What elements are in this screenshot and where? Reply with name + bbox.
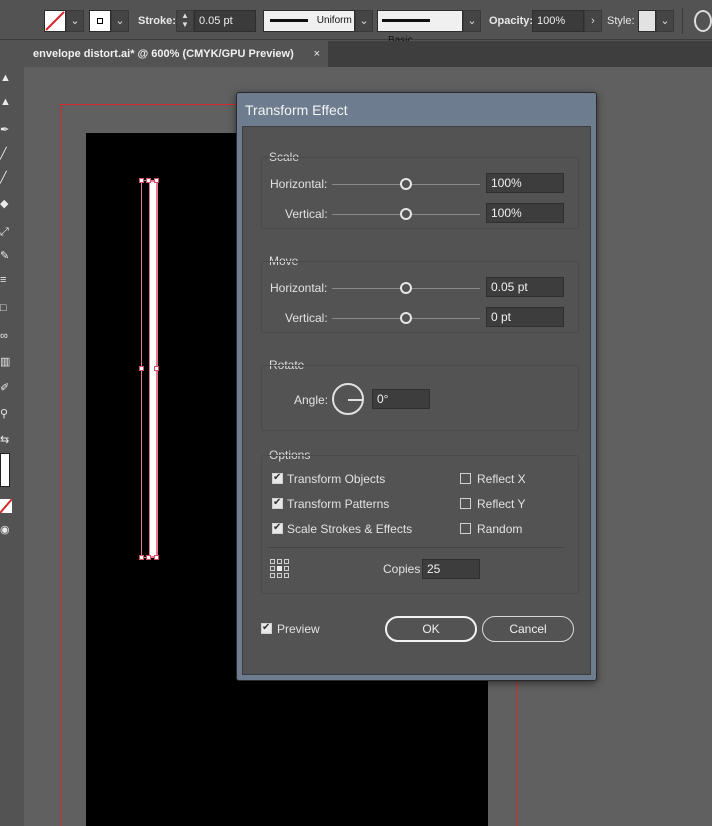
cancel-button[interactable]: Cancel bbox=[482, 616, 574, 642]
opacity-arrow-button[interactable]: › bbox=[584, 10, 602, 32]
profile-uniform-label: Uniform bbox=[316, 15, 352, 26]
opacity-label: Opacity: bbox=[489, 15, 534, 27]
selection-handle[interactable] bbox=[139, 555, 144, 560]
selection-handle[interactable] bbox=[146, 178, 151, 183]
fill-swatch[interactable] bbox=[44, 10, 66, 32]
selection-handle[interactable] bbox=[154, 178, 159, 183]
scale-horizontal-slider-knob[interactable] bbox=[400, 178, 412, 190]
stroke-dropdown-button[interactable]: ⌄ bbox=[111, 10, 129, 32]
variable-width-profile[interactable]: Uniform bbox=[263, 10, 355, 32]
angle-dial-icon[interactable] bbox=[332, 383, 364, 415]
preview-label: Preview bbox=[277, 622, 320, 636]
selection-handle[interactable] bbox=[146, 555, 151, 560]
dialog-title: Transform Effect bbox=[245, 102, 348, 118]
zoom-tool-icon[interactable]: ⚲ bbox=[0, 408, 12, 420]
transform-objects-label: Transform Objects bbox=[287, 472, 386, 486]
selection-handle[interactable] bbox=[154, 555, 159, 560]
reflect-y-label: Reflect Y bbox=[477, 497, 526, 511]
opacity-input[interactable]: 100% bbox=[532, 10, 584, 32]
scale-vertical-input[interactable]: 100% bbox=[486, 203, 564, 223]
brush-line-icon bbox=[382, 18, 430, 22]
move-horizontal-input[interactable]: 0.05 pt bbox=[486, 277, 564, 297]
move-horizontal-label: Horizontal: bbox=[270, 281, 328, 295]
reflect-x-label: Reflect X bbox=[477, 472, 526, 486]
tools-panel: ▲ ▲ ✒ ╱ ╱ ◆ ⤢ ✎ ≡ □ ∞ ▥ ✐ ⚲ ⇆ ◉ bbox=[0, 60, 14, 826]
width-tool-icon[interactable]: ≡ bbox=[0, 274, 12, 286]
shape-builder-tool-icon[interactable]: □ bbox=[0, 302, 12, 314]
line-tool-icon[interactable]: ╱ bbox=[0, 148, 12, 160]
stroke-swatch[interactable] bbox=[89, 10, 111, 32]
random-label: Random bbox=[477, 522, 523, 536]
move-vertical-input[interactable]: 0 pt bbox=[486, 307, 564, 327]
profile-dropdown-button[interactable]: ⌄ bbox=[355, 10, 373, 32]
copies-input[interactable]: 25 bbox=[422, 559, 480, 579]
document-tab-bar: envelope distort.ai* @ 600% (CMYK/GPU Pr… bbox=[24, 41, 712, 67]
scale-vertical-label: Vertical: bbox=[285, 207, 328, 221]
brush-definition[interactable]: Basic bbox=[377, 10, 463, 46]
scale-strokes-checkbox[interactable] bbox=[272, 522, 283, 534]
document-tab[interactable]: envelope distort.ai* @ 600% (CMYK/GPU Pr… bbox=[24, 41, 328, 67]
stroke-stepper[interactable]: ▲ ▼ bbox=[176, 10, 194, 32]
reference-point-icon[interactable] bbox=[270, 559, 290, 579]
scale-vertical-slider-knob[interactable] bbox=[400, 208, 412, 220]
style-label: Style: bbox=[607, 15, 635, 27]
stroke-label: Stroke: bbox=[138, 15, 176, 27]
move-horizontal-slider-knob[interactable] bbox=[400, 282, 412, 294]
drawing-mode-icon[interactable]: ◉ bbox=[0, 524, 12, 536]
ok-button[interactable]: OK bbox=[385, 616, 477, 642]
selection-handle[interactable] bbox=[154, 366, 159, 371]
swap-colors-icon[interactable]: ⇆ bbox=[0, 434, 12, 446]
direct-selection-tool-icon[interactable]: ▲ bbox=[0, 96, 12, 108]
fill-color-box[interactable] bbox=[0, 453, 10, 487]
divider bbox=[682, 8, 683, 34]
paintbrush-tool-icon[interactable]: ╱ bbox=[0, 172, 12, 184]
scale-horizontal-input[interactable]: 100% bbox=[486, 173, 564, 193]
graph-tool-icon[interactable]: ▥ bbox=[0, 356, 12, 368]
scale-strokes-label: Scale Strokes & Effects bbox=[287, 522, 413, 536]
transform-patterns-checkbox[interactable] bbox=[272, 497, 283, 509]
scale-tool-icon[interactable]: ⤢ bbox=[0, 226, 12, 238]
fill-dropdown-button[interactable]: ⌄ bbox=[66, 10, 84, 32]
stroke-weight-input[interactable]: 0.05 pt bbox=[194, 10, 256, 32]
puppet-warp-tool-icon[interactable]: ✎ bbox=[0, 250, 12, 262]
brush-dropdown-button[interactable]: ⌄ bbox=[463, 10, 481, 32]
stroke-none-icon[interactable] bbox=[0, 499, 12, 513]
rotate-angle-input[interactable]: 0° bbox=[372, 389, 430, 409]
move-vertical-label: Vertical: bbox=[285, 311, 328, 325]
reflect-y-checkbox[interactable] bbox=[460, 498, 471, 509]
eraser-tool-icon[interactable]: ◆ bbox=[0, 198, 12, 210]
transform-patterns-label: Transform Patterns bbox=[287, 497, 390, 511]
transform-objects-checkbox[interactable] bbox=[272, 472, 283, 484]
options-divider bbox=[269, 547, 563, 548]
recolor-artwork-icon[interactable] bbox=[694, 10, 712, 32]
close-tab-icon[interactable]: × bbox=[314, 41, 320, 67]
control-bar: ⌄ ⌄ Stroke: ▲▼ 0.05 pt Uniform ⌄ Basic ⌄… bbox=[0, 0, 712, 46]
document-tab-title: envelope distort.ai* @ 600% (CMYK/GPU Pr… bbox=[33, 48, 294, 60]
eyedropper-tool-icon[interactable]: ✐ bbox=[0, 382, 12, 394]
style-swatch[interactable] bbox=[638, 10, 656, 32]
scale-horizontal-label: Horizontal: bbox=[270, 177, 328, 191]
none-fill-icon bbox=[45, 11, 65, 31]
style-dropdown-button[interactable]: ⌄ bbox=[656, 10, 674, 32]
dialog-body: Scale Horizontal: 100% Vertical: 100% Mo… bbox=[242, 126, 591, 675]
pen-tool-icon[interactable]: ✒ bbox=[0, 124, 12, 136]
selection-handle[interactable] bbox=[139, 178, 144, 183]
rotate-angle-label: Angle: bbox=[294, 393, 329, 407]
blend-tool-icon[interactable]: ∞ bbox=[0, 330, 12, 342]
copies-label: Copies bbox=[383, 562, 421, 576]
selection-handle[interactable] bbox=[139, 366, 144, 371]
selection-tool-icon[interactable]: ▲ bbox=[0, 72, 12, 84]
move-vertical-slider-knob[interactable] bbox=[400, 312, 412, 324]
reflect-x-checkbox[interactable] bbox=[460, 473, 471, 484]
stroke-square-icon bbox=[97, 18, 103, 24]
profile-line-icon bbox=[270, 18, 308, 22]
random-checkbox[interactable] bbox=[460, 523, 471, 534]
preview-checkbox[interactable] bbox=[261, 622, 272, 634]
transform-effect-dialog: Transform Effect Scale Horizontal: 100% … bbox=[236, 92, 597, 681]
